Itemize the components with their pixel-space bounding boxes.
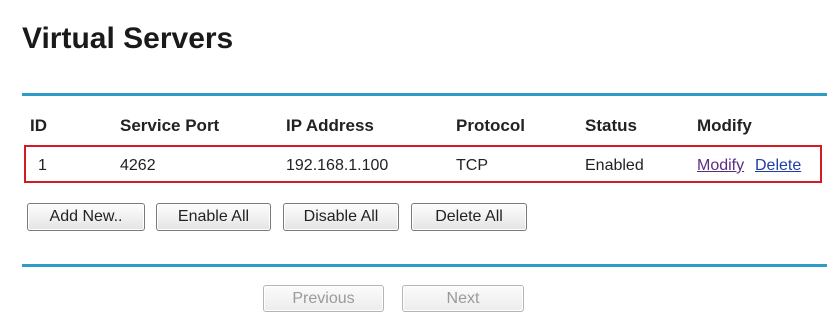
bottom-divider	[22, 264, 827, 267]
cell-ip-address: 192.168.1.100	[286, 157, 389, 174]
add-new-button[interactable]: Add New..	[27, 203, 145, 231]
cell-id: 1	[38, 157, 47, 174]
cell-status: Enabled	[585, 157, 644, 174]
column-header-modify: Modify	[697, 116, 752, 135]
column-header-id: ID	[30, 116, 47, 135]
next-button[interactable]: Next	[402, 285, 524, 312]
page-title: Virtual Servers	[22, 22, 234, 55]
modify-link[interactable]: Modify	[697, 157, 744, 175]
delete-link[interactable]: Delete	[755, 157, 801, 175]
column-header-status: Status	[585, 116, 637, 135]
column-header-ip-address: IP Address	[286, 116, 374, 135]
disable-all-button[interactable]: Disable All	[283, 203, 399, 231]
previous-button[interactable]: Previous	[263, 285, 384, 312]
top-divider	[22, 93, 827, 96]
virtual-servers-page: Virtual Servers ID Service Port IP Addre…	[0, 0, 833, 312]
column-header-service-port: Service Port	[120, 116, 220, 135]
delete-all-button[interactable]: Delete All	[411, 203, 527, 231]
column-header-protocol: Protocol	[456, 116, 525, 135]
cell-protocol: TCP	[456, 157, 488, 174]
cell-service-port: 4262	[120, 157, 156, 174]
enable-all-button[interactable]: Enable All	[156, 203, 271, 231]
